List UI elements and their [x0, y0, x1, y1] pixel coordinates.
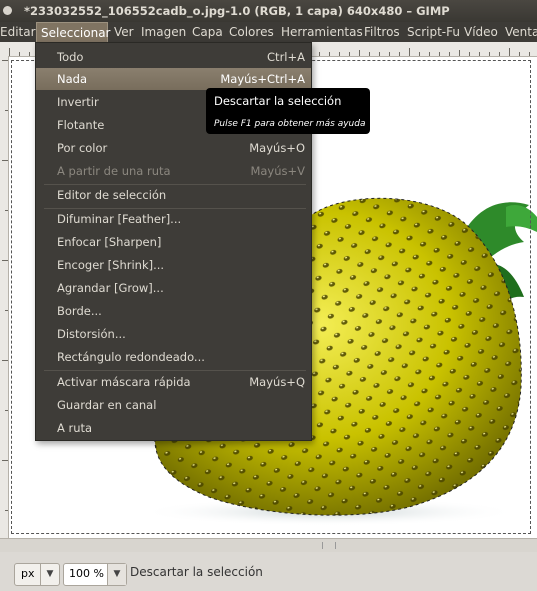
menu-item-rectangulo-redondeado[interactable]: Rectángulo redondeado... [36, 346, 311, 368]
status-bar: px ▼ 100 % ▼ Descartar la selección [0, 552, 537, 591]
menu-item-por-color[interactable]: Por color Mayús+O [36, 137, 311, 159]
menu-seleccionar[interactable]: Seleccionar [36, 22, 110, 42]
triangle-down-icon[interactable]: ▼ [40, 564, 59, 585]
title-bar: *233032552_106552cadb_o.jpg-1.0 (RGB, 1 … [0, 0, 537, 22]
tooltip-hint: Pulse F1 para obtener más ayuda [214, 119, 366, 129]
zoom-selector[interactable]: 100 % ▼ [63, 563, 127, 586]
unit-selector[interactable]: px ▼ [14, 563, 60, 586]
window-title: *233032552_106552cadb_o.jpg-1.0 (RGB, 1 … [24, 4, 450, 18]
status-message: Descartar la selección [130, 565, 263, 579]
menu-item-a-ruta[interactable]: A ruta [36, 417, 311, 439]
tooltip: Descartar la selección Pulse F1 para obt… [206, 88, 370, 134]
menu-colores[interactable]: Colores [229, 22, 274, 42]
menu-item-guardar-canal[interactable]: Guardar en canal [36, 394, 311, 416]
vertical-ruler[interactable] [0, 56, 9, 538]
menu-ventanas[interactable]: Venta [505, 22, 537, 42]
menu-filtros[interactable]: Filtros [364, 22, 400, 42]
menu-item-borde[interactable]: Borde... [36, 300, 311, 322]
tooltip-title: Descartar la selección [214, 94, 342, 108]
triangle-down-icon[interactable]: ▼ [107, 564, 126, 585]
menu-item-difuminar[interactable]: Difuminar [Feather]... [36, 208, 311, 230]
menu-ver[interactable]: Ver [114, 22, 134, 42]
menu-item-distorsion[interactable]: Distorsión... [36, 323, 311, 345]
menu-item-desde-ruta: A partir de una ruta Mayús+V [57, 164, 305, 178]
window-menu-icon[interactable] [3, 6, 12, 15]
menu-item-todo[interactable]: Todo Ctrl+A [36, 46, 311, 68]
menu-bar: Editar Seleccionar Ver Imagen Capa Color… [0, 22, 537, 42]
menu-imagen[interactable]: Imagen [141, 22, 186, 42]
menu-item-enfocar[interactable]: Enfocar [Sharpen] [36, 231, 311, 253]
menu-script-fu[interactable]: Script-Fu [407, 22, 460, 42]
menu-capa[interactable]: Capa [192, 22, 223, 42]
menu-video[interactable]: Vídeo [464, 22, 498, 42]
menu-herramientas[interactable]: Herramientas [281, 22, 363, 42]
menu-editar[interactable]: Editar [0, 22, 36, 42]
horizontal-scrollbar[interactable] [0, 538, 537, 553]
unit-value: px [21, 567, 35, 580]
menu-item-editor-seleccion[interactable]: Editor de selección [36, 184, 311, 206]
menu-item-agrandar[interactable]: Agrandar [Grow]... [36, 277, 311, 299]
zoom-value: 100 % [69, 567, 104, 580]
menu-item-mascara-rapida[interactable]: Activar máscara rápida Mayús+Q [36, 371, 311, 393]
menu-item-nada[interactable]: Nada Mayús+Ctrl+A [36, 68, 311, 90]
scroll-grip-icon[interactable] [322, 542, 336, 549]
menu-item-encoger[interactable]: Encoger [Shrink]... [36, 254, 311, 276]
